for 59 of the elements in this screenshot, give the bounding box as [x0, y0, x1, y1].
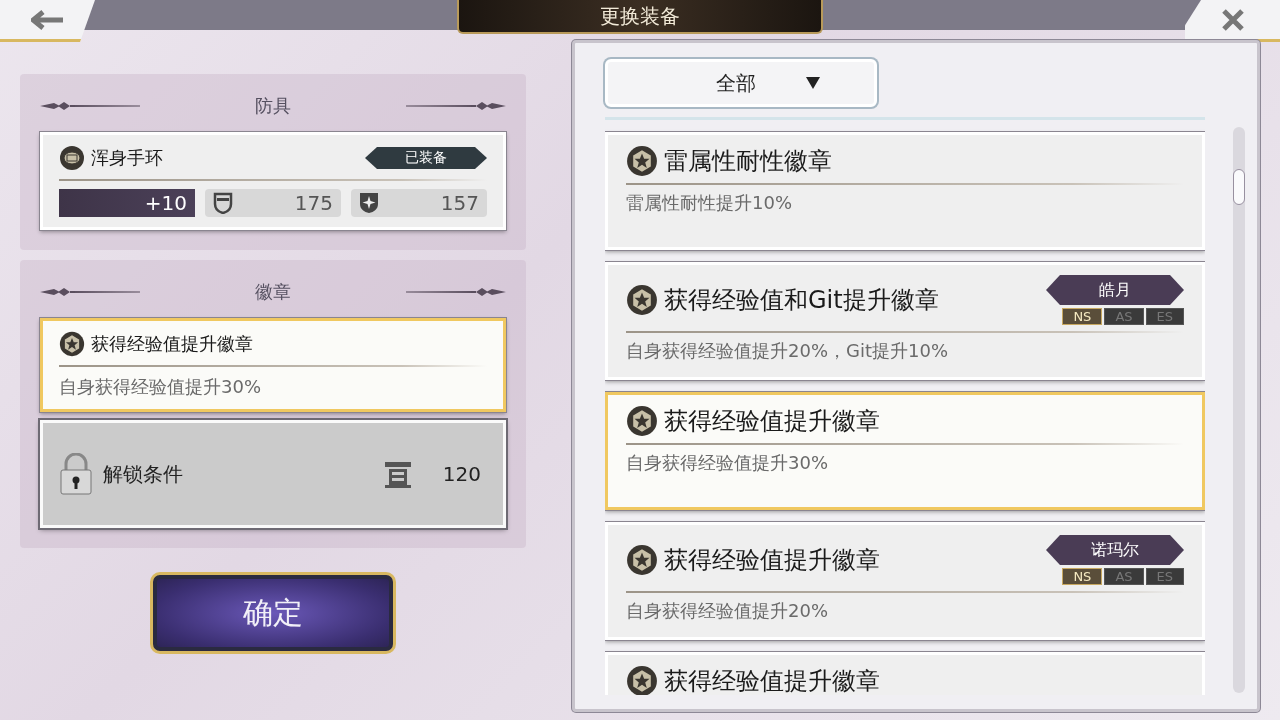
badge-effect: 自身获得经验值提升20%，Git提升10%: [626, 339, 950, 363]
badge-effect: 自身获得经验值提升30%: [59, 375, 262, 399]
scrollbar-thumb[interactable]: [1233, 169, 1245, 205]
badge-effect: 自身获得经验值提升20%: [626, 599, 829, 623]
unlock-label: 解锁条件: [103, 460, 184, 488]
ornament-line-icon: [40, 100, 140, 112]
badge-card[interactable]: 获得经验值提升徽章 自身获得经验值提升30%: [40, 318, 506, 412]
padlock-icon: [59, 453, 93, 495]
badge-name: 获得经验值提升徽章: [91, 332, 254, 356]
filter-dropdown[interactable]: 全部: [605, 59, 877, 107]
badge-list-item[interactable]: 获得经验值提升徽章 诺玛尔 NS AS ES 自身获得经验值提升20%: [605, 522, 1205, 640]
badge-effect: 雷属性耐性提升10%: [626, 191, 793, 215]
owner-tag: 皓月: [1046, 275, 1184, 305]
armor-name: 浑身手环: [91, 146, 164, 170]
badge-name: 获得经验值提升徽章: [664, 406, 881, 437]
stage-tag: NS: [1062, 308, 1103, 325]
caret-icon: [806, 77, 820, 89]
badge-name: 雷属性耐性徽章: [664, 146, 833, 177]
star-medal-icon: [626, 665, 658, 695]
enhance-level: +10: [59, 189, 195, 217]
star-medal-icon: [59, 331, 85, 357]
stage-tag: AS: [1104, 568, 1144, 585]
badge-list-item[interactable]: 获得经验值和Git提升徽章 皓月 NS AS ES 自身获得经验值提升20%，Git提升10%: [605, 262, 1205, 380]
stage-tag: AS: [1104, 308, 1144, 325]
section-heading: 防具: [255, 94, 291, 118]
stat-value: 175: [294, 191, 333, 215]
badge-name: 获得经验值提升徽章: [664, 545, 881, 576]
back-arrow-icon: [30, 9, 65, 30]
star-medal-icon: [626, 544, 658, 576]
shield-star-icon: [359, 192, 379, 214]
screen-title: 更换装备: [457, 0, 823, 34]
stage-tag: NS: [1062, 568, 1103, 585]
stage-tag: ES: [1145, 568, 1184, 585]
confirm-button[interactable]: 确定: [150, 572, 396, 654]
back-button[interactable]: [0, 0, 95, 42]
badge-list-item[interactable]: 获得经验值提升徽章: [605, 652, 1205, 695]
bracelet-icon: [59, 145, 85, 171]
close-icon: [1220, 7, 1245, 32]
ornament-line-icon: [40, 286, 140, 298]
ornament-line-icon: [406, 286, 506, 298]
badge-name: 获得经验值提升徽章: [664, 666, 881, 695]
star-medal-icon: [626, 145, 658, 177]
stat-value: 157: [440, 191, 479, 215]
badge-list-item[interactable]: 雷属性耐性徽章 雷属性耐性提升10%: [605, 132, 1205, 250]
close-button[interactable]: [1185, 0, 1280, 42]
shield-icon: [213, 192, 233, 214]
equipped-label: 已装备: [365, 147, 487, 169]
badge-list-item[interactable]: 获得经验值提升徽章 自身获得经验值提升30%: [605, 392, 1205, 510]
section-heading: 徽章: [255, 280, 291, 304]
owner-tag: 诺玛尔: [1046, 535, 1184, 565]
unlock-value: 120: [442, 462, 481, 486]
stage-tag: ES: [1145, 308, 1184, 325]
emblem-icon: [382, 459, 413, 489]
ornament-line-icon: [406, 100, 506, 112]
star-medal-icon: [626, 405, 658, 437]
badge-name: 获得经验值和Git提升徽章: [664, 285, 940, 316]
badge-effect: 自身获得经验值提升30%: [626, 451, 829, 475]
armor-card[interactable]: 浑身手环 已装备 +10 175 157: [40, 132, 506, 230]
star-medal-icon: [626, 284, 658, 316]
